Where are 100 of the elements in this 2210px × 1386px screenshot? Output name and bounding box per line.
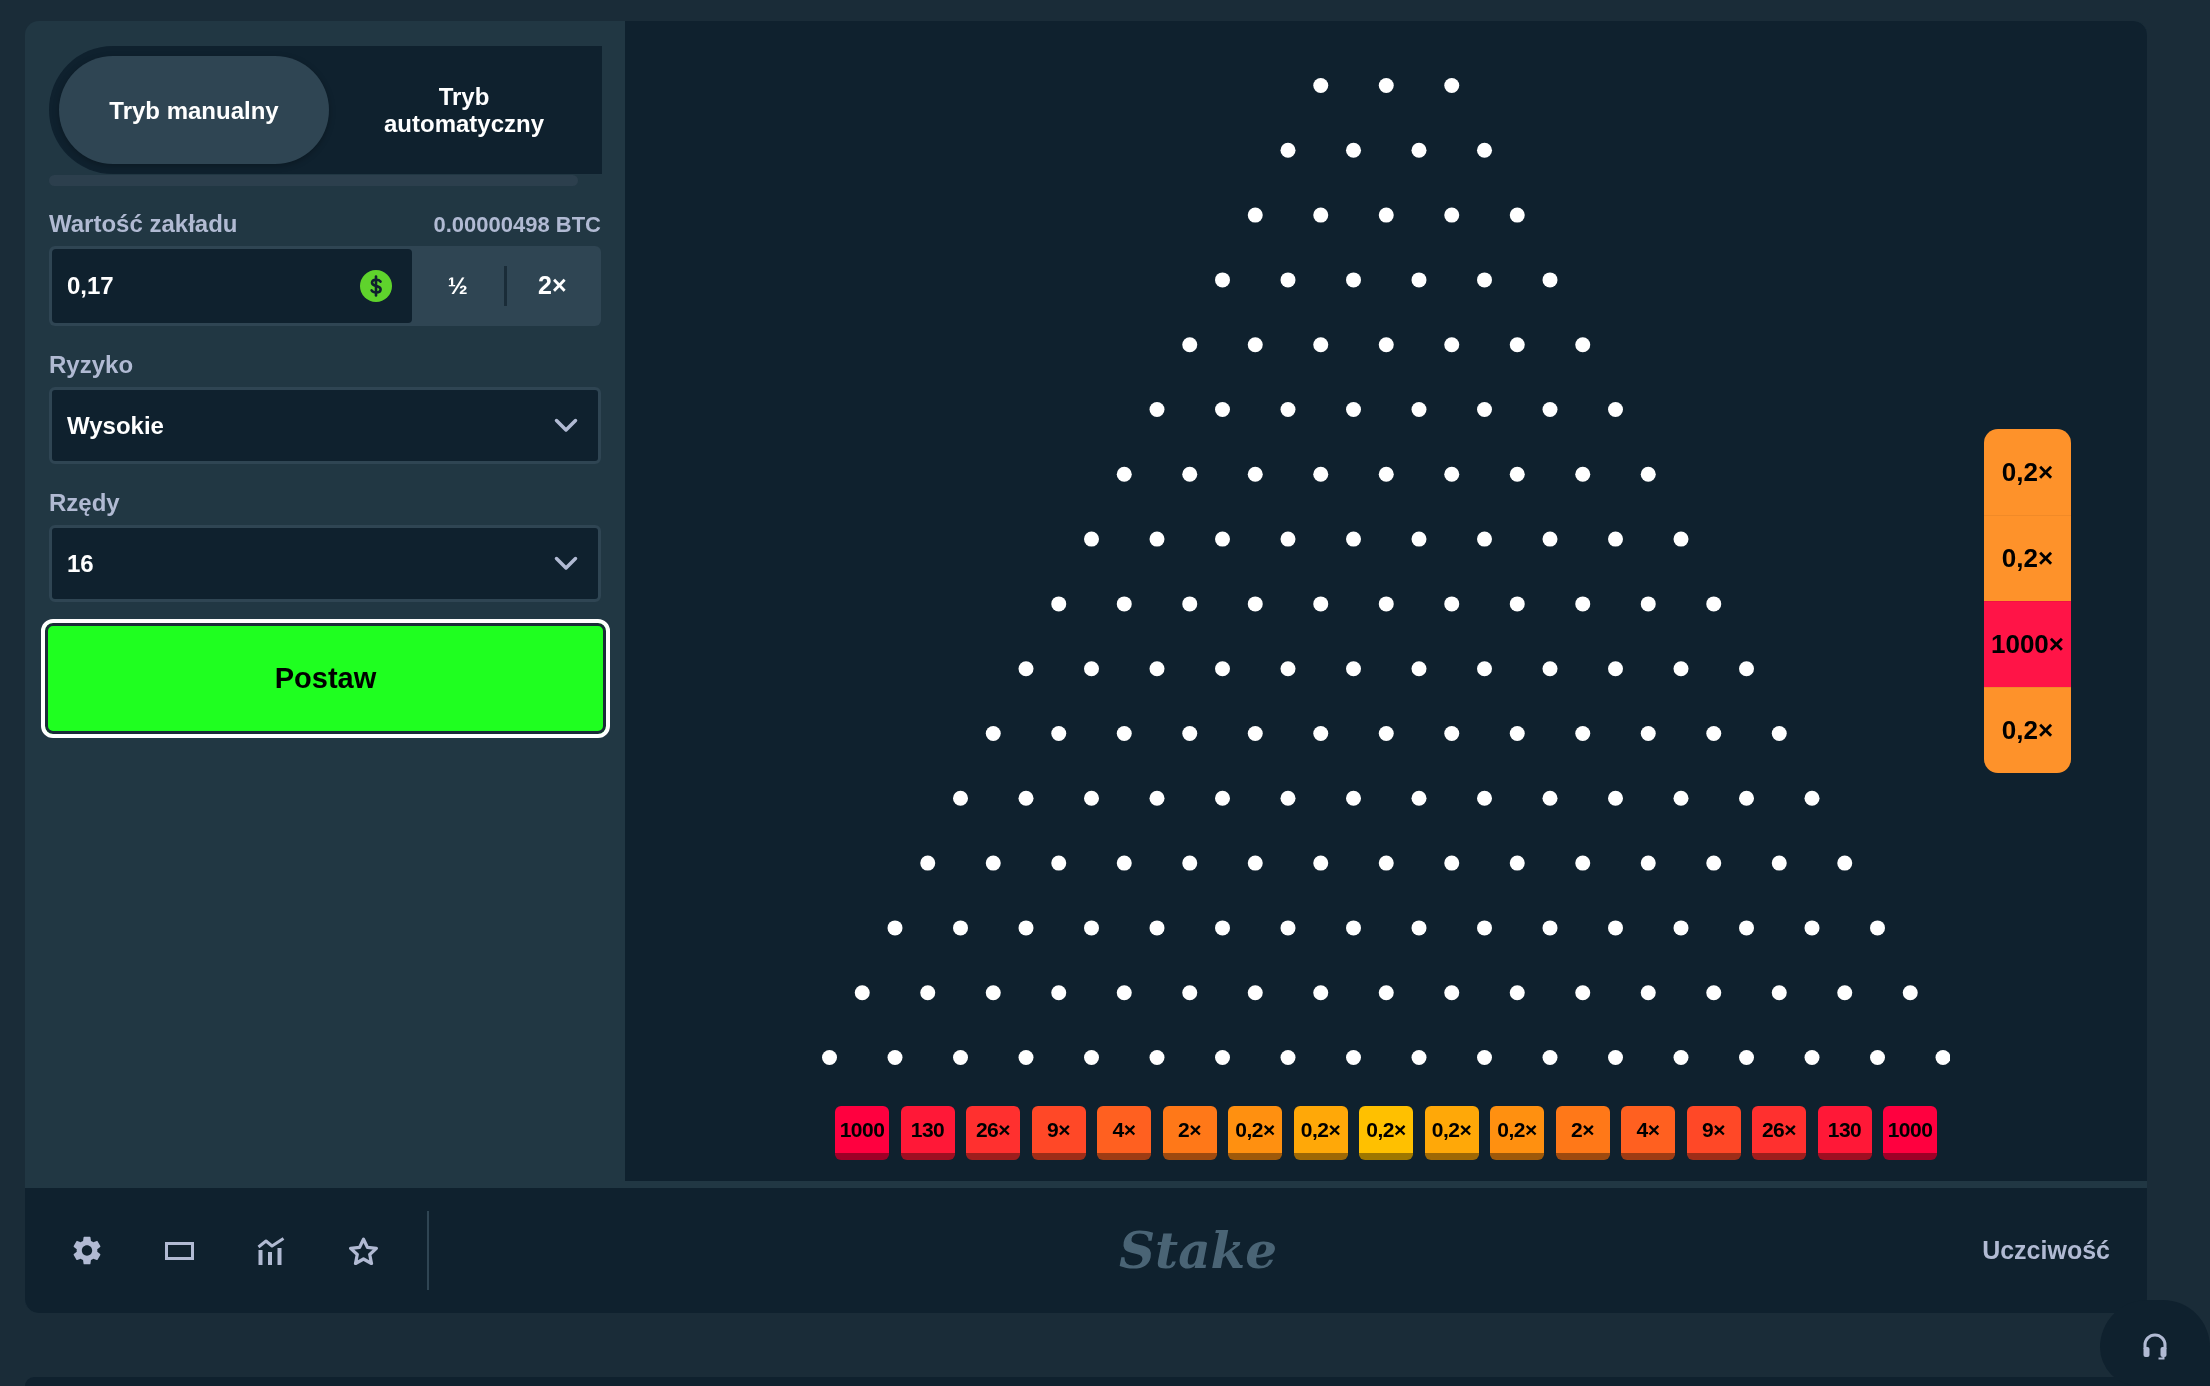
- peg: [1509, 207, 1525, 223]
- peg: [1083, 661, 1099, 677]
- peg: [1214, 272, 1230, 288]
- risk-select[interactable]: Wysokie: [49, 387, 601, 464]
- peg: [1313, 466, 1328, 482]
- multiplier-bucket: 9×: [1031, 1106, 1086, 1160]
- peg: [1116, 596, 1132, 612]
- multiplier-bucket: 0,2×: [1424, 1106, 1479, 1160]
- peg: [1640, 985, 1656, 1001]
- peg: [1804, 920, 1820, 936]
- peg: [1280, 1050, 1296, 1065]
- peg: [1509, 985, 1525, 1001]
- peg: [1345, 272, 1361, 288]
- peg: [1509, 726, 1525, 741]
- peg: [1476, 790, 1492, 806]
- peg: [1378, 466, 1394, 482]
- peg: [1935, 1050, 1951, 1065]
- multiplier-bucket: 26×: [1752, 1106, 1806, 1160]
- peg: [1018, 790, 1034, 806]
- peg: [1542, 790, 1558, 806]
- peg: [1345, 531, 1361, 547]
- peg: [1345, 920, 1361, 936]
- mode-tab[interactable]: Tryb automatyczny: [329, 56, 599, 164]
- settings-icon[interactable]: [73, 1236, 101, 1265]
- multiplier-bucket: 26×: [966, 1106, 1020, 1160]
- rows-select[interactable]: 16: [49, 525, 601, 602]
- peg: [1411, 790, 1427, 806]
- peg: [1673, 920, 1689, 936]
- peg: [1345, 661, 1361, 677]
- peg: [1378, 855, 1394, 871]
- peg: [1607, 402, 1623, 417]
- peg: [1247, 855, 1263, 871]
- peg: [1542, 1050, 1558, 1065]
- peg: [1542, 272, 1558, 288]
- peg: [1247, 985, 1263, 1001]
- peg: [1214, 402, 1230, 417]
- peg: [887, 920, 903, 936]
- peg: [1280, 790, 1296, 806]
- bet-amount-field[interactable]: 0,17: [52, 249, 412, 323]
- peg: [952, 790, 968, 806]
- peg: [952, 920, 968, 936]
- peg: [920, 985, 935, 1001]
- multiplier-bucket: 4×: [1621, 1106, 1675, 1160]
- fairness-link[interactable]: Uczciwość: [1982, 1231, 2110, 1270]
- peg: [1771, 726, 1787, 741]
- peg: [1706, 985, 1721, 1001]
- peg: [1575, 466, 1590, 482]
- peg: [887, 1050, 903, 1065]
- star-icon[interactable]: [349, 1236, 378, 1265]
- result-tile: 0,2×: [1984, 515, 2071, 601]
- peg: [1083, 920, 1099, 936]
- peg: [1542, 920, 1558, 936]
- peg: [1673, 790, 1689, 806]
- peg: [1313, 985, 1328, 1001]
- multiplier-bucket: 0,2×: [1228, 1106, 1282, 1160]
- peg: [1378, 337, 1394, 353]
- peg: [1542, 531, 1558, 547]
- peg: [1083, 1050, 1099, 1065]
- peg: [1313, 207, 1328, 223]
- peg: [1476, 661, 1492, 677]
- peg: [1476, 1050, 1492, 1065]
- peg: [1444, 726, 1459, 741]
- peg: [1444, 207, 1459, 223]
- scrollbar[interactable]: [49, 175, 578, 186]
- rows-label: Rzędy: [49, 488, 120, 518]
- bet-button[interactable]: Postaw: [41, 619, 610, 738]
- peg: [1116, 855, 1132, 871]
- crypto-amount: 0.00000498 BTC: [433, 210, 601, 239]
- peg: [1018, 920, 1034, 936]
- peg: [1149, 402, 1165, 417]
- chevron-down-icon: [554, 556, 578, 571]
- bar-chart-icon[interactable]: [257, 1236, 285, 1265]
- peg: [1051, 596, 1066, 612]
- peg: [1280, 531, 1296, 547]
- peg: [1509, 855, 1525, 871]
- chevron-down-icon: [554, 418, 578, 433]
- multiplier-bucket: 1000: [835, 1106, 889, 1160]
- mode-tab[interactable]: Tryb manualny: [59, 56, 329, 164]
- peg: [1575, 985, 1590, 1001]
- peg: [1378, 726, 1394, 741]
- multiplier-bucket: 1000: [1883, 1106, 1937, 1160]
- double-button[interactable]: 2×: [506, 249, 598, 323]
- rectangle-icon[interactable]: [165, 1241, 194, 1260]
- peg: [1280, 661, 1296, 677]
- peg: [1247, 337, 1263, 353]
- half-button[interactable]: ½: [412, 249, 504, 323]
- peg: [1247, 726, 1263, 741]
- multiplier-bucket: 2×: [1162, 1106, 1217, 1160]
- peg: [1738, 661, 1754, 677]
- peg: [1182, 337, 1197, 353]
- peg: [1411, 531, 1427, 547]
- peg: [985, 726, 1001, 741]
- dollar-coin-icon: [360, 270, 392, 302]
- peg: [1476, 402, 1492, 417]
- peg: [1673, 531, 1689, 547]
- peg: [1509, 596, 1525, 612]
- peg: [1345, 1050, 1361, 1065]
- peg: [1542, 402, 1558, 417]
- peg: [1182, 596, 1197, 612]
- result-tile: 0,2×: [1984, 429, 2071, 515]
